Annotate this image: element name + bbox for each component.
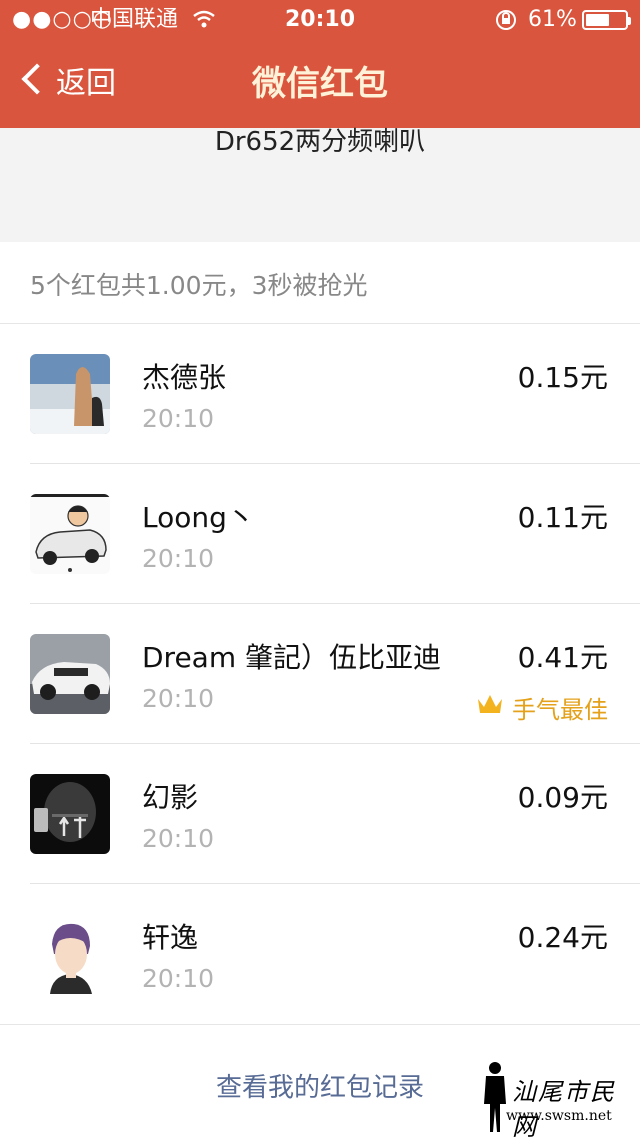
red-packet-header: Dr652两分频喇叭: [0, 128, 640, 242]
grab-time: 20:10: [142, 544, 215, 573]
list-item[interactable]: 杰德张 20:10 0.15元: [0, 324, 640, 464]
amount: 0.11元: [517, 501, 608, 534]
battery-fill: [586, 14, 609, 26]
avatar[interactable]: [30, 494, 110, 574]
grab-time: 20:10: [142, 824, 215, 853]
avatar[interactable]: [30, 354, 110, 434]
watermark-url: www.swsm.net: [506, 1108, 612, 1124]
watermark-text: 汕尾市民网: [512, 1078, 616, 1141]
sender-name: Dr652两分频喇叭: [214, 127, 426, 157]
amount: 0.41元: [517, 641, 608, 674]
record-list: 杰德张 20:10 0.15元 Loong丶 20:10 0.11元 Dream…: [0, 324, 640, 1024]
avatar[interactable]: [30, 774, 110, 854]
silhouette-logo: [484, 1062, 506, 1132]
avatar[interactable]: [30, 914, 110, 994]
best-luck-label: 手气最佳: [512, 696, 608, 724]
user-name: 幻影: [142, 781, 199, 814]
user-name: Dream 肇記）伍比亚迪: [142, 641, 442, 674]
amount: 0.15元: [517, 361, 608, 394]
grab-time: 20:10: [142, 684, 215, 713]
battery-percent: 61%: [528, 7, 577, 32]
grab-time: 20:10: [142, 404, 215, 433]
summary-text: 5个红包共1.00元，3秒被抢光: [30, 271, 368, 300]
list-item[interactable]: Loong丶 20:10 0.11元: [0, 464, 640, 604]
crown-icon: [476, 693, 504, 723]
avatar[interactable]: [30, 634, 110, 714]
amount: 0.09元: [517, 781, 608, 814]
list-item[interactable]: 幻影 20:10 0.09元: [0, 744, 640, 884]
user-name: 杰德张: [142, 361, 227, 394]
user-name: 轩逸: [142, 921, 199, 954]
battery-icon: [582, 10, 631, 30]
status-bar: ●●○○○ 中国联通 20:10 61%: [0, 0, 640, 40]
page-title: 微信红包: [252, 64, 388, 104]
amount: 0.24元: [517, 921, 608, 954]
list-item[interactable]: 轩逸 20:10 0.24元: [0, 884, 640, 1024]
best-luck-badge: 手气最佳: [476, 690, 608, 725]
list-item[interactable]: Dream 肇記）伍比亚迪 20:10 0.41元 手气最佳: [0, 604, 640, 744]
user-name: Loong丶: [142, 501, 255, 534]
navigation-bar: 返回 微信红包: [0, 40, 640, 128]
watermark: 汕尾市民网 www.swsm.net: [478, 1060, 640, 1141]
grab-time: 20:10: [142, 964, 215, 993]
rotation-lock-icon: [494, 0, 518, 40]
summary-bar: 5个红包共1.00元，3秒被抢光: [0, 242, 640, 324]
top-bar: ●●○○○ 中国联通 20:10 61% 返回 微信红包: [0, 0, 640, 128]
